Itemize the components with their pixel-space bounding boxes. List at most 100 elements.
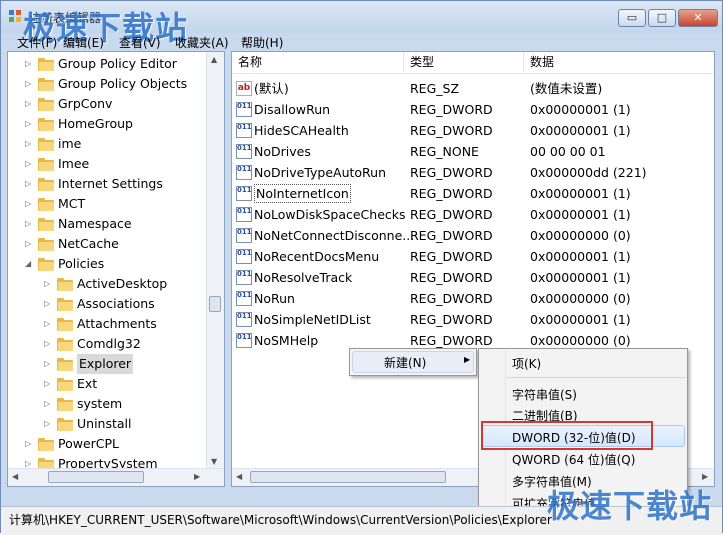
- expand-arrow-icon[interactable]: ▷: [44, 280, 52, 288]
- registry-value-row[interactable]: ab (默认) REG_SZ (数值未设置): [232, 78, 714, 99]
- scroll-up-icon[interactable]: ▲: [211, 55, 217, 64]
- new-key-item[interactable]: 项(K): [512, 355, 541, 372]
- maximize-button[interactable]: □: [648, 9, 676, 27]
- tree-item[interactable]: ▷ Namespace: [8, 214, 208, 234]
- expand-arrow-icon[interactable]: ▷: [25, 100, 33, 108]
- tree-item[interactable]: ▷ Imee: [8, 154, 208, 174]
- value-name: NoRecentDocsMenu: [254, 249, 380, 264]
- column-header-type[interactable]: 类型: [404, 52, 524, 72]
- tree-item[interactable]: ▷ HomeGroup: [8, 114, 208, 134]
- registry-value-row[interactable]: 011 NoNetConnectDisconne... REG_DWORD 0x000…: [232, 225, 714, 246]
- folder-icon: [38, 138, 54, 151]
- value-data: 00 00 00 01: [530, 144, 606, 159]
- registry-value-row[interactable]: 011 DisallowRun REG_DWORD 0x00000001 (1): [232, 99, 714, 120]
- scroll-left-icon[interactable]: ◀: [236, 472, 242, 481]
- expand-arrow-icon[interactable]: ▷: [25, 160, 33, 168]
- expand-arrow-icon[interactable]: ▷: [25, 60, 33, 68]
- folder-icon: [38, 158, 54, 171]
- title-bar[interactable]: 注册表编辑器 极速下载站 ▭ □ ✕: [1, 1, 722, 47]
- expand-arrow-icon[interactable]: ▷: [25, 460, 33, 468]
- expand-arrow-icon[interactable]: ▷: [44, 300, 52, 308]
- expand-arrow-icon[interactable]: ▷: [44, 420, 52, 428]
- expand-arrow-icon[interactable]: ▷: [44, 340, 52, 348]
- tree-item[interactable]: ▷ ime: [8, 134, 208, 154]
- registry-value-row[interactable]: 011 HideSCAHealth REG_DWORD 0x00000001 (1): [232, 120, 714, 141]
- column-header-data[interactable]: 数据: [524, 52, 714, 72]
- tree-item[interactable]: ▷ Attachments: [8, 314, 208, 334]
- menu-favorites[interactable]: 收藏夹(A): [175, 34, 229, 51]
- value-data: 0x00000001 (1): [530, 312, 631, 327]
- binary-value-icon: 011: [236, 228, 252, 243]
- new-string-value-item[interactable]: 字符串值(S): [512, 386, 577, 403]
- tree-item[interactable]: ▷ Explorer: [8, 354, 208, 374]
- tree-item[interactable]: ▷ Uninstall: [8, 414, 208, 434]
- expand-arrow-icon[interactable]: ▷: [25, 120, 33, 128]
- registry-value-row[interactable]: 011 NoDrives REG_NONE 00 00 00 01: [232, 141, 714, 162]
- value-name: NoDrives: [254, 144, 311, 159]
- expand-arrow-icon[interactable]: ▷: [44, 320, 52, 328]
- value-data: 0x00000001 (1): [530, 249, 631, 264]
- menu-help[interactable]: 帮助(H): [241, 34, 283, 51]
- registry-value-row[interactable]: 011 NoInternetIcon REG_DWORD 0x00000001 (1): [232, 183, 714, 204]
- expand-arrow-icon[interactable]: ▷: [25, 140, 33, 148]
- expand-arrow-icon[interactable]: ▷: [25, 80, 33, 88]
- tree-item[interactable]: ▷ ActiveDesktop: [8, 274, 208, 294]
- registry-value-row[interactable]: 011 NoDriveTypeAutoRun REG_DWORD 0x000000dd…: [232, 162, 714, 183]
- tree-item[interactable]: ▷ PowerCPL: [8, 434, 208, 454]
- binary-value-icon: 011: [236, 123, 252, 138]
- tree-hscroll-thumb[interactable]: [48, 471, 144, 483]
- tree-item[interactable]: ▷ system: [8, 394, 208, 414]
- tree-item[interactable]: ▷ GrpConv: [8, 94, 208, 114]
- registry-value-row[interactable]: 011 NoRun REG_DWORD 0x00000000 (0): [232, 288, 714, 309]
- tree-item-label: Comdlg32: [77, 336, 141, 351]
- key-tree-pane[interactable]: ▷ Group Policy Editor ▷ Group Policy Object…: [7, 51, 225, 487]
- registry-value-row[interactable]: 011 NoLowDiskSpaceChecks REG_DWORD 0x000000…: [232, 204, 714, 225]
- expand-arrow-icon[interactable]: ▷: [25, 440, 33, 448]
- tree-item-label: GrpConv: [58, 96, 113, 111]
- scroll-right-icon[interactable]: ▶: [194, 472, 200, 481]
- menu-file[interactable]: 文件(F): [17, 34, 57, 51]
- folder-icon: [38, 98, 54, 111]
- expand-arrow-icon[interactable]: ▷: [25, 180, 33, 188]
- value-name: NoNetConnectDisconne...: [254, 228, 415, 243]
- registry-value-row[interactable]: 011 NoResolveTrack REG_DWORD 0x00000001 (1): [232, 267, 714, 288]
- expanded-arrow-icon[interactable]: ◢: [25, 260, 33, 268]
- scroll-right-icon[interactable]: ▶: [702, 472, 708, 481]
- close-button[interactable]: ✕: [678, 9, 718, 27]
- expand-arrow-icon[interactable]: ▷: [44, 380, 52, 388]
- registry-value-row[interactable]: 011 NoSimpleNetIDList REG_DWORD 0x00000001 …: [232, 309, 714, 330]
- tree-item[interactable]: ▷ Group Policy Editor: [8, 54, 208, 74]
- value-data: 0x00000001 (1): [530, 123, 631, 138]
- tree-item[interactable]: ▷ Group Policy Objects: [8, 74, 208, 94]
- registry-value-row[interactable]: 011 NoRecentDocsMenu REG_DWORD 0x00000001 (…: [232, 246, 714, 267]
- minimize-icon: ▭: [626, 11, 638, 24]
- registry-editor-window: 注册表编辑器 极速下载站 ▭ □ ✕ 文件(F) 编辑(E) 查看(V) 收藏夹…: [0, 0, 723, 535]
- tree-item[interactable]: ▷ Internet Settings: [8, 174, 208, 194]
- expand-arrow-icon[interactable]: ▷: [44, 360, 52, 368]
- expand-arrow-icon[interactable]: ▷: [25, 240, 33, 248]
- tree-item[interactable]: ▷ Ext: [8, 374, 208, 394]
- expand-arrow-icon[interactable]: ▷: [25, 220, 33, 228]
- menu-edit[interactable]: 编辑(E): [63, 34, 104, 51]
- tree-horizontal-scrollbar[interactable]: ◀ ▶: [8, 468, 224, 486]
- tree-item[interactable]: ▷ Comdlg32: [8, 334, 208, 354]
- column-header-name[interactable]: 名称: [232, 52, 404, 72]
- tree-scroll-thumb[interactable]: [209, 296, 221, 312]
- tree-item[interactable]: ◢ Policies: [8, 254, 208, 274]
- tree-item[interactable]: ▷ MCT: [8, 194, 208, 214]
- minimize-button[interactable]: ▭: [618, 9, 646, 27]
- scroll-down-icon[interactable]: ▼: [211, 457, 217, 466]
- new-qword-value-item[interactable]: QWORD (64 位)值(Q): [512, 451, 635, 468]
- tree-item-label: Imee: [58, 156, 90, 171]
- new-menu-item[interactable]: 新建(N): [384, 354, 426, 371]
- tree-item[interactable]: ▷ NetCache: [8, 234, 208, 254]
- expand-arrow-icon[interactable]: ▷: [25, 200, 33, 208]
- expand-arrow-icon[interactable]: ▷: [44, 400, 52, 408]
- tree-vertical-scrollbar[interactable]: ▲ ▼: [206, 52, 224, 469]
- tree-item[interactable]: ▷ Associations: [8, 294, 208, 314]
- menu-view[interactable]: 查看(V): [119, 34, 161, 51]
- value-type: REG_DWORD: [410, 249, 493, 264]
- list-hscroll-thumb[interactable]: [250, 471, 446, 483]
- highlight-annotation-box: [481, 421, 653, 450]
- scroll-left-icon[interactable]: ◀: [12, 472, 18, 481]
